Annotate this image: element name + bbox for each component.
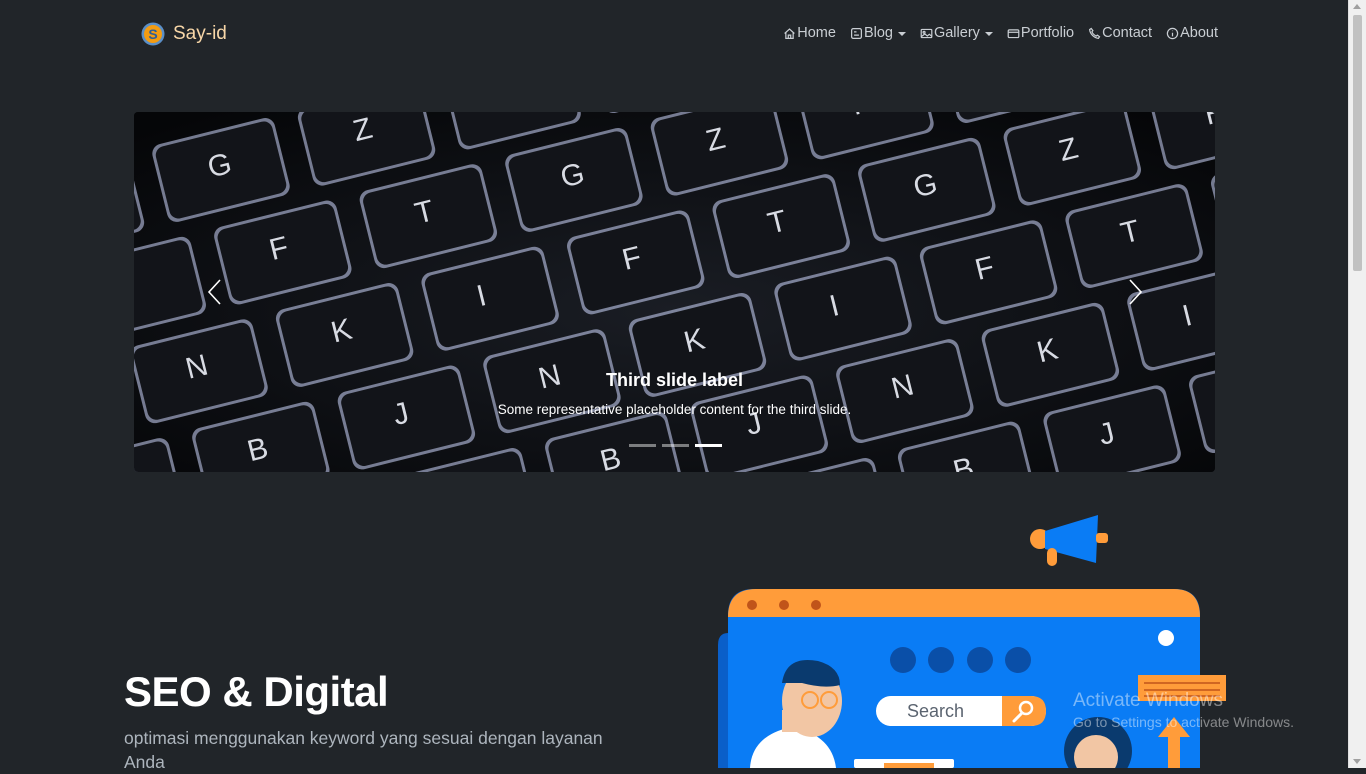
carousel-next-button[interactable] <box>1114 272 1154 312</box>
hero-subtitle: optimasi menggunakan keyword yang sesuai… <box>124 728 603 772</box>
nav-gallery-label: Gallery <box>933 25 980 41</box>
carousel-indicator-2[interactable] <box>662 444 689 447</box>
brand-logo-icon: S <box>141 22 165 46</box>
main-nav: Home Blog Gallery Portfolio Contact Abou… <box>783 25 1218 41</box>
windows-activation-watermark: Activate Windows Go to Settings to activ… <box>1073 690 1294 730</box>
page-scrollbar[interactable] <box>1348 0 1366 768</box>
navbar: S Say-id Home Blog Gallery Portfolio Con… <box>0 0 1349 68</box>
blogger-icon <box>850 27 862 39</box>
nav-about[interactable]: About <box>1166 25 1218 41</box>
keyboard-slide-image: FTGZHUVBJNKIFTGZHUVBJNKIFTGZHUVBJNKIFTGZ… <box>134 112 1215 472</box>
nav-blog[interactable]: Blog <box>850 25 906 41</box>
nav-home[interactable]: Home <box>783 25 836 41</box>
caption-title: Third slide label <box>605 370 744 390</box>
image-icon <box>920 28 933 38</box>
nav-contact[interactable]: Contact <box>1088 25 1152 41</box>
nav-portfolio[interactable]: Portfolio <box>1007 25 1074 41</box>
scroll-down-arrow-icon[interactable] <box>1353 759 1361 764</box>
home-icon <box>784 27 796 39</box>
illustration-search-text: Search <box>907 701 964 721</box>
carousel-indicator-3[interactable] <box>695 444 722 447</box>
watermark-line-2: Go to Settings to activate Windows. <box>1073 714 1294 730</box>
scroll-up-arrow-icon[interactable] <box>1353 4 1361 9</box>
nav-gallery[interactable]: Gallery <box>920 25 993 41</box>
nav-home-label: Home <box>797 25 836 41</box>
watermark-line-1: Activate Windows <box>1073 690 1223 711</box>
info-icon <box>1166 27 1179 39</box>
brand-logo-letter: S <box>148 26 157 42</box>
brand[interactable]: S Say-id <box>141 22 227 46</box>
phone-icon <box>1089 27 1101 39</box>
carousel-indicators <box>629 444 722 447</box>
nav-contact-label: Contact <box>1102 25 1153 41</box>
chevron-down-icon <box>897 32 906 36</box>
illustration-search-bar: Search <box>876 696 1046 726</box>
megaphone-icon <box>1030 515 1108 566</box>
carousel-indicator-1[interactable] <box>629 444 656 447</box>
chevron-down-icon <box>984 32 993 36</box>
wallet-icon <box>1007 28 1020 38</box>
chevron-left-icon <box>207 279 221 305</box>
hero-carousel: FTGZHUVBJNKIFTGZHUVBJNKIFTGZHUVBJNKIFTGZ… <box>134 112 1215 472</box>
hero-title: SEO & Digital <box>124 668 389 715</box>
chevron-right-icon <box>1129 279 1143 305</box>
nav-portfolio-label: Portfolio <box>1020 25 1075 41</box>
nav-blog-label: Blog <box>863 25 893 41</box>
carousel-prev-button[interactable] <box>196 272 236 312</box>
scrollbar-thumb[interactable] <box>1353 15 1362 271</box>
nav-about-label: About <box>1180 25 1218 41</box>
caption-text: Some representative placeholder content … <box>497 402 852 417</box>
brand-name: Say-id <box>173 23 227 44</box>
